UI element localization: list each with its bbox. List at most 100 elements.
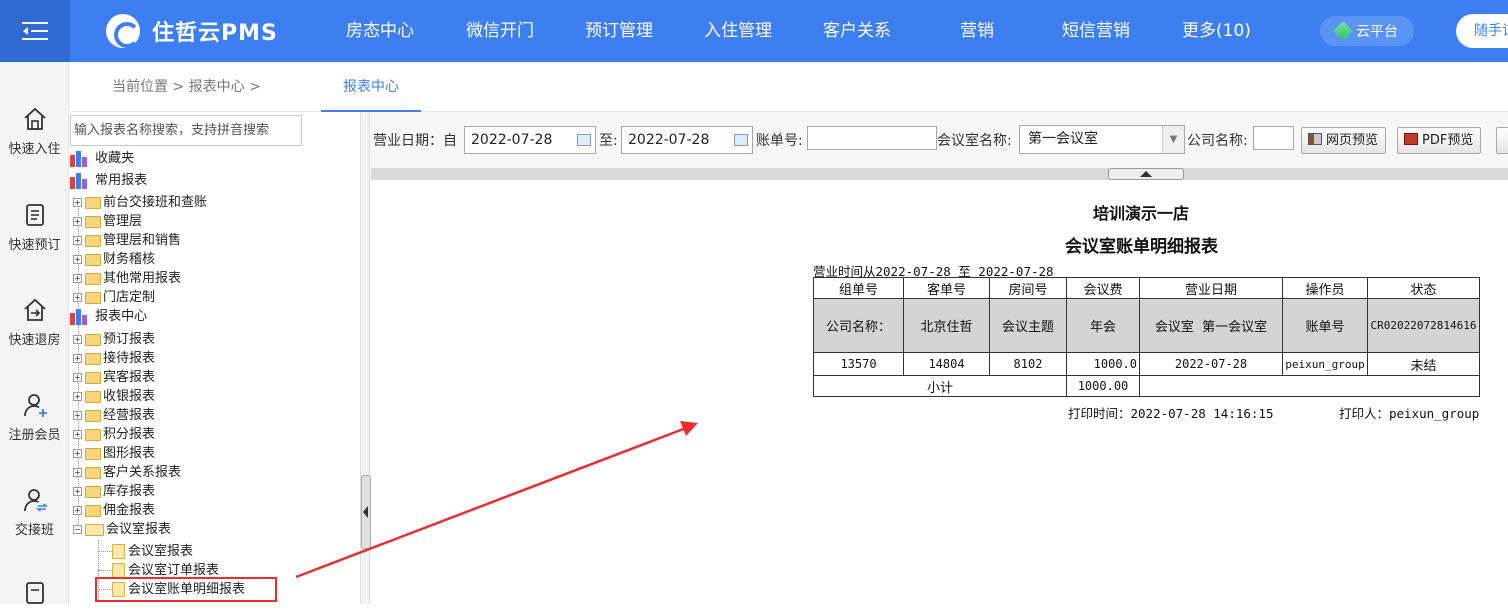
filter-collapse-strip: [371, 168, 1508, 180]
tab-report-center[interactable]: 报表中心: [321, 62, 421, 112]
column-header: 房间号: [989, 277, 1067, 299]
meeting-room-select[interactable]: 第一会议室 ▼: [1019, 125, 1185, 154]
tree-folder-label: 接待报表: [103, 351, 156, 366]
date-from-input[interactable]: 2022-07-28: [464, 126, 596, 154]
calendar-icon[interactable]: [734, 134, 748, 146]
expand-icon[interactable]: +: [73, 236, 82, 245]
tree-folder-crm[interactable]: + 客户关系报表: [73, 463, 181, 482]
nav-marketing[interactable]: 营销: [960, 0, 994, 62]
folder-icon: [85, 215, 101, 228]
collapse-icon[interactable]: −: [73, 525, 82, 534]
quick-note-button[interactable]: 随手记: [1456, 14, 1508, 48]
expand-icon[interactable]: +: [73, 274, 82, 283]
register-member-button[interactable]: 注册会员: [0, 392, 69, 443]
tree-favorites[interactable]: 收藏夹: [70, 149, 134, 168]
tree-folder-booking[interactable]: + 预订报表: [73, 330, 155, 349]
tree-folder-meeting-room[interactable]: − 会议室报表: [73, 520, 171, 539]
tree-folder-audit[interactable]: + 财务稽核: [73, 250, 155, 269]
shift-handover-button[interactable]: 交接班: [0, 487, 69, 538]
company-name-label: 公司名称:: [1187, 133, 1248, 149]
calendar-icon[interactable]: [577, 134, 591, 146]
meeting-room-value: 第一会议室: [1028, 131, 1098, 147]
tree-folder-points[interactable]: + 积分报表: [73, 425, 155, 444]
report-filter-bar: 营业日期：自 2022-07-28 至: 2022-07-28 账单号: 会议室…: [371, 112, 1508, 168]
chevron-down-icon[interactable]: ▼: [1162, 126, 1184, 153]
nav-room-status[interactable]: 房态中心: [346, 0, 414, 62]
folder-icon: [85, 253, 101, 266]
tree-folder-operation[interactable]: + 经营报表: [73, 406, 155, 425]
folder-icon: [85, 291, 101, 304]
nav-crm[interactable]: 客户关系: [823, 0, 891, 62]
report-search-input[interactable]: [70, 115, 302, 146]
cloud-platform-button[interactable]: 云平台: [1320, 16, 1414, 46]
expand-icon[interactable]: +: [73, 411, 82, 420]
pdf-preview-button[interactable]: PDF预览: [1397, 127, 1482, 154]
menu-toggle-button[interactable]: [0, 0, 70, 62]
table-cell: [1139, 375, 1480, 397]
nav-booking[interactable]: 预订管理: [585, 0, 653, 62]
tree-folder-frontdesk[interactable]: + 前台交接班和查账: [73, 193, 207, 212]
quick-more-button[interactable]: [0, 580, 69, 612]
folder-icon: [85, 447, 101, 460]
nav-sms-marketing[interactable]: 短信营销: [1062, 0, 1130, 62]
tree-folder-label: 预订报表: [103, 332, 156, 347]
table-cell: 1000.0: [1066, 352, 1140, 376]
bill-number-input[interactable]: [807, 126, 937, 150]
tree-folder-label: 收银报表: [103, 389, 156, 404]
tree-folder-inventory[interactable]: + 库存报表: [73, 482, 155, 501]
report-preview-area: 培训演示一店 会议室账单明细报表 营业时间从2022-07-28 至 2022-…: [371, 180, 1508, 604]
quick-checkin-button[interactable]: 快速入住: [0, 106, 69, 157]
tree-folder-guest[interactable]: + 宾客报表: [73, 368, 155, 387]
date-to-input[interactable]: 2022-07-28: [621, 126, 753, 154]
tree-folder-cashier[interactable]: + 收银报表: [73, 387, 155, 406]
tree-folder-label: 其他常用报表: [103, 271, 182, 286]
column-header: 客单号: [903, 277, 990, 299]
expand-icon[interactable]: +: [73, 506, 82, 515]
brand-logo[interactable]: 住哲云PMS: [106, 14, 278, 48]
tree-folder-commission[interactable]: + 佣金报表: [73, 501, 155, 520]
tree-folder-label: 宾客报表: [103, 370, 156, 385]
folder-icon: [85, 485, 101, 498]
tree-folder-other[interactable]: + 其他常用报表: [73, 269, 181, 288]
web-preview-button[interactable]: 网页预览: [1301, 127, 1387, 154]
column-header: 操作员: [1282, 277, 1368, 299]
home-in-icon: [23, 107, 46, 130]
date-label: 营业日期：自: [373, 133, 457, 149]
expand-icon[interactable]: +: [73, 487, 82, 496]
expand-icon[interactable]: +: [73, 354, 82, 363]
company-name-input[interactable]: [1253, 126, 1294, 150]
expand-icon[interactable]: +: [73, 449, 82, 458]
tree-folder-custom[interactable]: + 门店定制: [73, 288, 155, 307]
nav-more[interactable]: 更多(10): [1182, 0, 1251, 62]
expand-icon[interactable]: +: [73, 198, 82, 207]
splitter-toggle-handle[interactable]: [361, 475, 371, 549]
more-actions-button[interactable]: [1496, 127, 1508, 154]
tree-folder-label: 前台交接班和查账: [103, 195, 208, 210]
table-cell: 账单号: [1282, 298, 1368, 353]
expand-icon[interactable]: +: [73, 293, 82, 302]
web-preview-icon: [1308, 133, 1322, 145]
tree-report-center[interactable]: 报表中心: [70, 307, 147, 326]
expand-icon[interactable]: +: [73, 392, 82, 401]
tree-folder-reception[interactable]: + 接待报表: [73, 349, 155, 368]
quick-booking-button[interactable]: 快速预订: [0, 202, 69, 253]
tree-folder-graphs[interactable]: + 图形报表: [73, 444, 155, 463]
expand-icon[interactable]: +: [73, 430, 82, 439]
expand-icon[interactable]: +: [73, 468, 82, 477]
table-cell: 未结: [1367, 352, 1480, 376]
tree-report-meeting-room[interactable]: 会议室报表: [112, 542, 193, 561]
nav-wechat-door[interactable]: 微信开门: [466, 0, 534, 62]
tree-folder-management-sales[interactable]: + 管理层和销售: [73, 231, 181, 250]
cloud-platform-label: 云平台: [1356, 24, 1398, 40]
expand-icon[interactable]: +: [73, 217, 82, 226]
tree-report-label: 会议室订单报表: [128, 563, 220, 578]
tree-common-label: 常用报表: [95, 173, 148, 188]
tree-folder-management[interactable]: + 管理层: [73, 212, 142, 231]
expand-icon[interactable]: +: [73, 335, 82, 344]
tree-common-reports[interactable]: 常用报表: [70, 171, 147, 190]
quick-checkout-button[interactable]: 快速退房: [0, 297, 69, 348]
expand-icon[interactable]: +: [73, 373, 82, 382]
filter-collapse-toggle[interactable]: [1108, 168, 1184, 180]
nav-checkin[interactable]: 入住管理: [704, 0, 772, 62]
expand-icon[interactable]: +: [73, 255, 82, 264]
